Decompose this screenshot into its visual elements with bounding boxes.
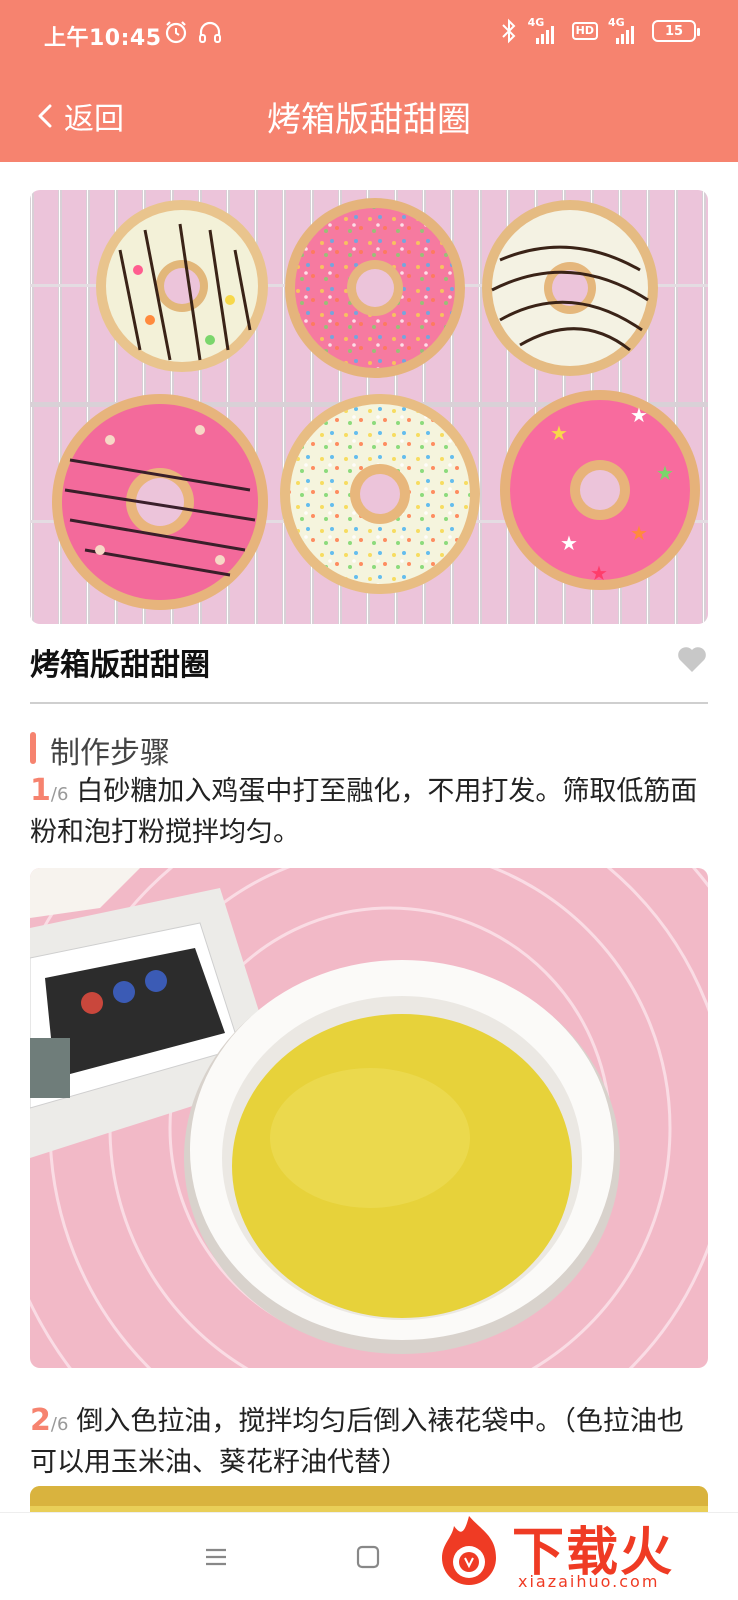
- step-1-photo: [30, 868, 708, 1368]
- svg-text:★: ★: [630, 521, 648, 545]
- status-time: 上午10:45: [44, 26, 162, 51]
- status-bar: 上午10:45 4G HD 4G 15: [0, 0, 738, 68]
- donut-white-chocolate: [96, 200, 268, 372]
- alarm-icon: [165, 21, 187, 44]
- svg-text:★: ★: [560, 531, 578, 555]
- status-right-group: 4G HD 4G 15: [500, 16, 700, 44]
- headset-icon: [199, 21, 221, 43]
- heart-icon[interactable]: [676, 644, 708, 674]
- signal-bars-1: [535, 24, 554, 44]
- battery-level: 15: [664, 23, 684, 39]
- watermark-logo: 下载火 xiazaihuo.com: [426, 1506, 730, 1600]
- step-text: 白砂糖加入鸡蛋中打至融化，不用打发。筛取低筋面粉和泡打粉搅拌均匀。: [30, 776, 698, 848]
- battery-indicator: 15: [652, 20, 700, 42]
- step-total: /6: [50, 1414, 69, 1435]
- home-square-icon[interactable]: [352, 1541, 384, 1573]
- top-nav-bar: 返回 烤箱版甜甜圈: [0, 68, 738, 162]
- recipe-content[interactable]: ★ ★ ★ ★ ★ ★ 烤箱版甜甜圈 制作步骤 1/6 白砂糖加入鸡蛋中打至融化，…: [0, 162, 738, 1512]
- signal-bars-2: [616, 24, 634, 44]
- donut-white-sprinkles: [280, 394, 480, 594]
- svg-text:★: ★: [656, 461, 674, 485]
- page-title: 烤箱版甜甜圈: [267, 100, 471, 140]
- svg-text:★: ★: [550, 421, 568, 445]
- divider: [30, 702, 708, 704]
- step-number: 2: [30, 1403, 51, 1438]
- donut-pink-pearls: [52, 394, 268, 610]
- signal-2: 4G: [608, 16, 642, 44]
- step-2: 2/6 倒入色拉油，搅拌均匀后倒入裱花袋中。（色拉油也可以用玉米油、葵花籽油代替）: [30, 1402, 710, 1482]
- donut-pink-sprinkles: [285, 198, 465, 378]
- step-text: 倒入色拉油，搅拌均匀后倒入裱花袋中。（色拉油也可以用玉米油、葵花籽油代替）: [30, 1406, 684, 1478]
- donut-pink-stars: ★ ★ ★ ★ ★ ★: [500, 390, 700, 590]
- section-title: 制作步骤: [50, 736, 170, 771]
- menu-icon[interactable]: [200, 1541, 232, 1573]
- section-accent-bar: [30, 732, 36, 764]
- svg-text:★: ★: [630, 403, 648, 427]
- svg-text:★: ★: [590, 561, 608, 585]
- bluetooth-icon: [501, 18, 516, 44]
- recipe-title: 烤箱版甜甜圈: [30, 648, 210, 683]
- signal-1: 4G: [528, 16, 562, 44]
- hd-badge: HD: [571, 22, 598, 40]
- step-total: /6: [50, 784, 69, 805]
- watermark-domain: xiazaihuo.com: [518, 1572, 660, 1591]
- hero-donut-image: ★ ★ ★ ★ ★ ★: [30, 190, 708, 624]
- donut-white-drizzle: [482, 200, 658, 376]
- step-number: 1: [30, 773, 51, 808]
- flame-logo-icon: [442, 1516, 496, 1585]
- step-1: 1/6 白砂糖加入鸡蛋中打至融化，不用打发。筛取低筋面粉和泡打粉搅拌均匀。: [30, 772, 710, 852]
- batter-bowl: [184, 960, 620, 1354]
